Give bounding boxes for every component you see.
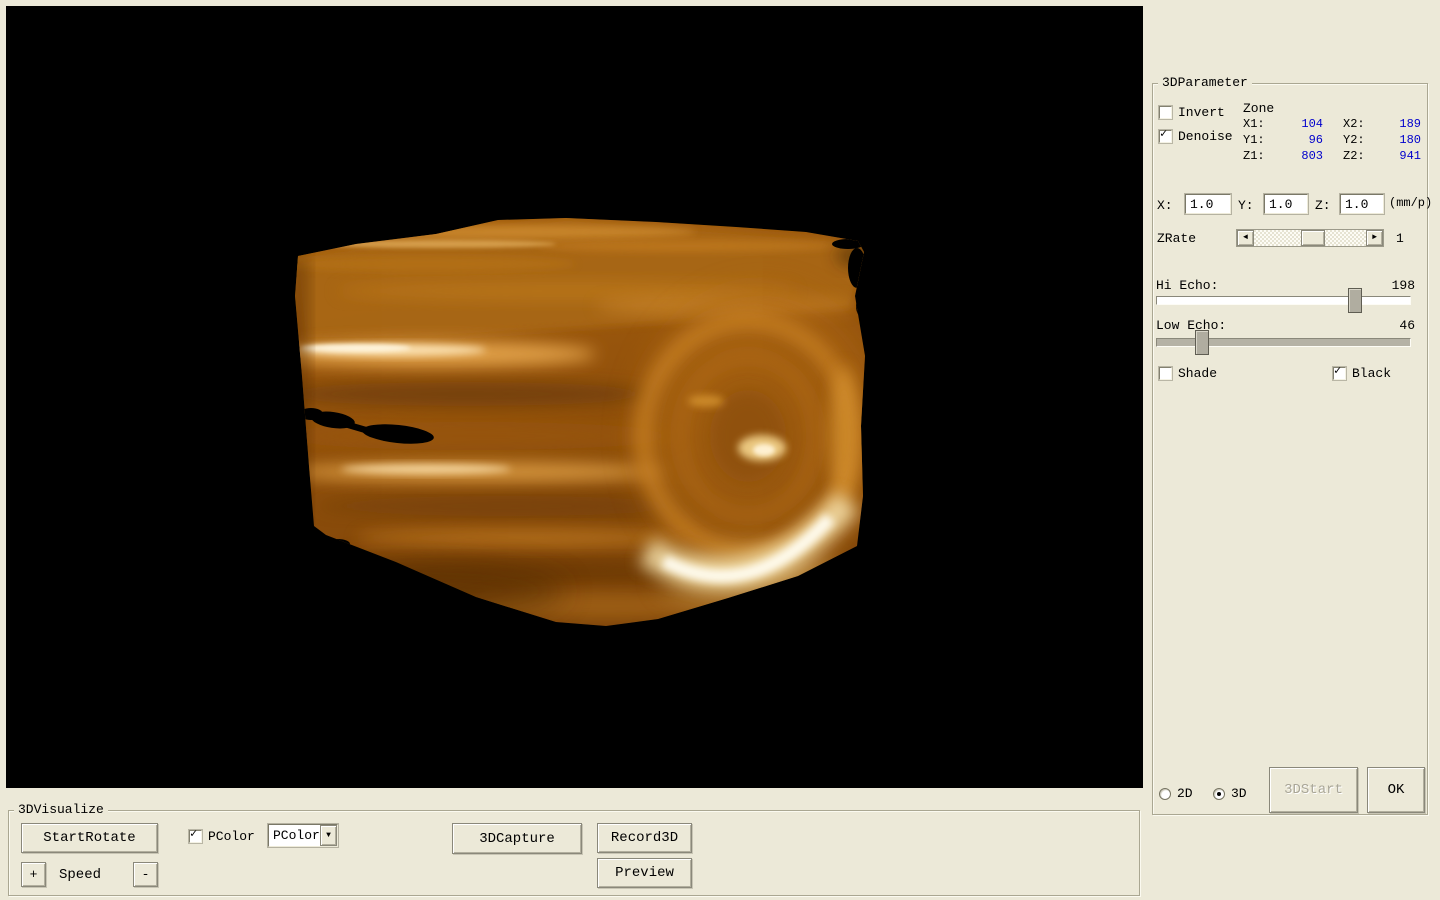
scale-y-label: Y: (1238, 198, 1254, 213)
app-window: { "icons": { "check": "✓", "dropdown_arr… (0, 0, 1440, 900)
scale-z-label: Z: (1315, 198, 1331, 213)
denoise-checkbox[interactable]: ✓ (1159, 130, 1172, 143)
black-checkbox-row: ✓ Black (1333, 366, 1391, 381)
speed-plus-button[interactable]: + (21, 862, 46, 887)
zone-x1-value: 104 (1271, 117, 1323, 131)
parameter-group-title: 3DParameter (1158, 75, 1252, 90)
capture-3d-button[interactable]: 3DCapture (452, 823, 582, 854)
shade-checkbox[interactable] (1159, 367, 1172, 380)
zrate-label: ZRate (1157, 231, 1196, 246)
zone-y2-label: Y2: (1343, 133, 1365, 147)
scale-x-input[interactable]: 1.0 (1185, 194, 1231, 214)
zone-z1-label: Z1: (1243, 149, 1265, 163)
pcolor-checkbox[interactable]: ✓ (189, 830, 202, 843)
hi-echo-groove[interactable] (1156, 296, 1411, 305)
zone-y2-value: 180 (1369, 133, 1421, 147)
hi-echo-thumb[interactable] (1348, 288, 1362, 313)
parameter-groupbox: 3DParameter Invert ✓ Denoise Zone X1: 10… (1152, 83, 1428, 815)
zrate-value: 1 (1396, 231, 1404, 246)
low-echo-thumb[interactable] (1195, 330, 1209, 355)
denoise-label: Denoise (1178, 129, 1233, 144)
visualize-group-title: 3DVisualize (14, 802, 108, 817)
black-checkbox[interactable]: ✓ (1333, 367, 1346, 380)
start-3d-button[interactable]: 3DStart (1269, 767, 1358, 813)
denoise-checkbox-row: ✓ Denoise (1159, 129, 1233, 144)
dropdown-arrow-icon[interactable]: ▼ (320, 825, 337, 846)
invert-checkbox-row: Invert (1159, 105, 1225, 120)
start-rotate-button[interactable]: StartRotate (21, 823, 158, 853)
scale-y-input[interactable]: 1.0 (1264, 194, 1308, 214)
invert-label: Invert (1178, 105, 1225, 120)
pcolor-dropdown-value: PColor (269, 825, 320, 846)
speed-label: Speed (59, 867, 101, 883)
scale-x-label: X: (1157, 198, 1173, 213)
zrate-thumb[interactable] (1301, 230, 1325, 246)
zone-y1-label: Y1: (1243, 133, 1265, 147)
hi-echo-slider[interactable] (1156, 288, 1411, 314)
scale-z-input[interactable]: 1.0 (1340, 194, 1384, 214)
zrate-scroll-left-icon[interactable]: ◄ (1237, 230, 1254, 246)
shade-label: Shade (1178, 366, 1217, 381)
mode-3d-label: 3D (1231, 786, 1247, 801)
zone-x2-value: 189 (1369, 117, 1421, 131)
zrate-scroll-right-icon[interactable]: ► (1366, 230, 1383, 246)
speed-minus-button[interactable]: - (133, 862, 158, 887)
invert-checkbox[interactable] (1159, 106, 1172, 119)
zrate-scrollbar[interactable]: ◄ ► (1236, 229, 1384, 247)
check-icon: ✓ (190, 828, 197, 840)
pcolor-checkbox-row: ✓ PColor (189, 829, 255, 844)
ok-button[interactable]: OK (1367, 767, 1425, 813)
zone-label: Zone (1243, 101, 1274, 116)
check-icon: ✓ (1160, 128, 1167, 140)
record-3d-button[interactable]: Record3D (597, 823, 692, 853)
low-echo-slider[interactable] (1156, 330, 1411, 356)
preview-button[interactable]: Preview (597, 858, 692, 888)
zone-z1-value: 803 (1271, 149, 1323, 163)
mode-3d-radio[interactable] (1213, 788, 1225, 800)
check-icon: ✓ (1334, 365, 1341, 377)
pcolor-dropdown[interactable]: PColor ▼ (268, 824, 338, 847)
zone-x1-label: X1: (1243, 117, 1265, 131)
mode-2d-radio[interactable] (1159, 788, 1171, 800)
mode-2d-radio-row: 2D (1159, 786, 1193, 801)
ultrasound-3d-volume (6, 6, 1143, 788)
black-label: Black (1352, 366, 1391, 381)
scale-unit-label: (mm/p) (1389, 196, 1432, 210)
zone-x2-label: X2: (1343, 117, 1365, 131)
visualize-groupbox: 3DVisualize StartRotate + Speed - ✓ PCol… (8, 810, 1140, 896)
shade-checkbox-row: Shade (1159, 366, 1217, 381)
mode-2d-label: 2D (1177, 786, 1193, 801)
zone-z2-label: Z2: (1343, 149, 1365, 163)
render-viewport[interactable] (6, 6, 1143, 788)
zone-y1-value: 96 (1271, 133, 1323, 147)
zone-z2-value: 941 (1369, 149, 1421, 163)
pcolor-checkbox-label: PColor (208, 829, 255, 844)
mode-3d-radio-row: 3D (1213, 786, 1247, 801)
zrate-track[interactable] (1254, 230, 1366, 246)
